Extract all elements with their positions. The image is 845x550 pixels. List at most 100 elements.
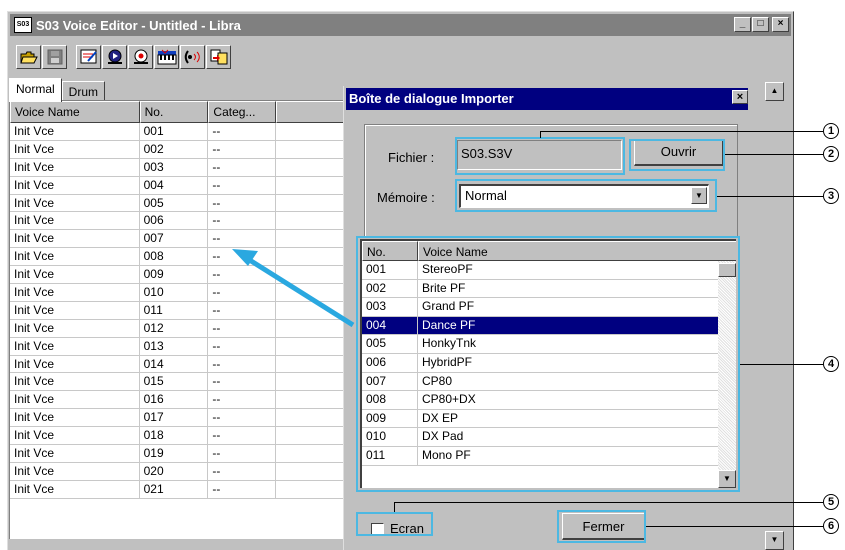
category-cell: --: [208, 123, 277, 140]
table-row[interactable]: Init Vce 006 --: [10, 212, 344, 231]
table-row[interactable]: Init Vce 010 --: [10, 284, 344, 302]
empty-cell: [276, 391, 344, 408]
voice-number-cell: 002: [140, 140, 209, 158]
category-cell: --: [208, 301, 277, 319]
voice-name-cell: Init Vce: [10, 337, 140, 355]
table-row[interactable]: Init Vce 009 --: [10, 266, 344, 285]
category-cell: --: [208, 158, 277, 176]
import-export-icon[interactable]: [206, 45, 231, 69]
category-cell: --: [208, 373, 277, 391]
voice-name-cell: Init Vce: [10, 301, 140, 319]
voice-number-cell: 001: [140, 123, 209, 140]
voice-name-cell: Init Vce: [10, 123, 140, 140]
voice-number-cell: 016: [140, 391, 209, 409]
table-row[interactable]: Init Vce 008 --: [10, 248, 344, 267]
category-cell: --: [208, 427, 277, 445]
voice-name-cell: Init Vce: [10, 176, 140, 194]
scroll-track[interactable]: [765, 102, 784, 530]
audition-icon[interactable]: [180, 45, 205, 69]
voice-number-cell: 019: [140, 445, 209, 462]
callout-3: 3: [823, 188, 839, 204]
table-row[interactable]: Init Vce 013 --: [10, 337, 344, 356]
voice-name-cell: Init Vce: [10, 391, 140, 409]
callout-6: 6: [823, 518, 839, 534]
table-row[interactable]: Init Vce 007 --: [10, 230, 344, 249]
table-row[interactable]: Init Vce 019 --: [10, 445, 344, 463]
table-row[interactable]: Init Vce 003 --: [10, 158, 344, 177]
scroll-up-arrow-icon[interactable]: ▲: [765, 82, 784, 101]
table-row[interactable]: Init Vce 020 --: [10, 462, 344, 481]
settings-icon[interactable]: [128, 45, 153, 69]
voice-number-cell: 014: [140, 355, 209, 373]
callout-line-3: [717, 196, 823, 197]
voice-number-cell: 020: [140, 462, 209, 480]
voice-list-highlight: [356, 236, 740, 492]
close-button-highlight: [557, 510, 646, 543]
callout-line-5: [394, 502, 823, 503]
voice-name-cell: Init Vce: [10, 373, 140, 391]
screen-checkbox-highlight: [356, 512, 433, 536]
voice-number-cell: 011: [140, 301, 209, 319]
empty-cell: [276, 373, 344, 390]
table-row[interactable]: Init Vce 021 --: [10, 480, 344, 499]
voice-number-cell: 012: [140, 319, 209, 337]
voice-number-cell: 009: [140, 266, 209, 284]
open-folder-icon[interactable]: [16, 45, 41, 69]
table-row[interactable]: Init Vce 014 --: [10, 355, 344, 374]
voice-name-cell: Init Vce: [10, 158, 140, 176]
voice-number-cell: 004: [140, 176, 209, 194]
window-controls: _ □ ×: [733, 17, 789, 32]
column-voice-name[interactable]: Voice Name: [10, 101, 140, 123]
minimize-button[interactable]: _: [734, 17, 751, 32]
voice-number-cell: 006: [140, 212, 209, 230]
empty-cell: [276, 212, 344, 229]
app-icon: S03: [14, 17, 32, 33]
category-cell: --: [208, 140, 277, 158]
title-bar: S03 S03 Voice Editor - Untitled - Libra …: [10, 14, 791, 36]
edit-voice-icon[interactable]: [76, 45, 101, 69]
empty-cell: [276, 409, 344, 426]
category-cell: --: [208, 248, 277, 266]
table-row[interactable]: Init Vce 001 --: [10, 123, 344, 141]
empty-cell: [276, 427, 344, 444]
main-scrollbar[interactable]: ▲ ▼: [756, 78, 792, 550]
keyboard-icon[interactable]: [154, 45, 179, 69]
table-row[interactable]: Init Vce 011 --: [10, 301, 344, 320]
voice-number-cell: 003: [140, 158, 209, 176]
category-cell: --: [208, 445, 277, 462]
dialog-close-button[interactable]: ×: [732, 90, 748, 104]
column-number[interactable]: No.: [139, 101, 209, 123]
voice-number-cell: 017: [140, 409, 209, 427]
voice-name-cell: Init Vce: [10, 427, 140, 445]
scroll-down-arrow-icon[interactable]: ▼: [765, 531, 784, 550]
voice-number-cell: 021: [140, 480, 209, 498]
empty-cell: [276, 123, 344, 140]
table-row[interactable]: Init Vce 016 --: [10, 391, 344, 410]
table-row[interactable]: Init Vce 004 --: [10, 176, 344, 195]
category-cell: --: [208, 266, 277, 284]
close-window-button[interactable]: ×: [772, 17, 789, 32]
voice-number-cell: 008: [140, 248, 209, 266]
table-row[interactable]: Init Vce 018 --: [10, 427, 344, 446]
callout-line-2: [725, 154, 823, 155]
empty-cell: [276, 230, 344, 247]
voice-name-cell: Init Vce: [10, 462, 140, 480]
maximize-button[interactable]: □: [752, 17, 769, 32]
voice-name-cell: Init Vce: [10, 212, 140, 230]
callout-2: 2: [823, 146, 839, 162]
empty-cell: [276, 481, 344, 498]
callout-line-1: [540, 131, 823, 132]
table-row[interactable]: Init Vce 012 --: [10, 319, 344, 338]
table-row[interactable]: Init Vce 005 --: [10, 194, 344, 213]
empty-cell: [276, 141, 344, 158]
voice-name-cell: Init Vce: [10, 248, 140, 266]
table-row[interactable]: Init Vce 002 --: [10, 140, 344, 159]
column-category[interactable]: Categ...: [208, 101, 277, 123]
column-empty: [276, 101, 344, 123]
play-icon[interactable]: [102, 45, 127, 69]
tab-normal[interactable]: Normal: [9, 78, 62, 102]
table-row[interactable]: Init Vce 015 --: [10, 373, 344, 392]
category-cell: --: [208, 284, 277, 301]
table-row[interactable]: Init Vce 017 --: [10, 409, 344, 428]
save-disk-icon[interactable]: [42, 45, 67, 69]
